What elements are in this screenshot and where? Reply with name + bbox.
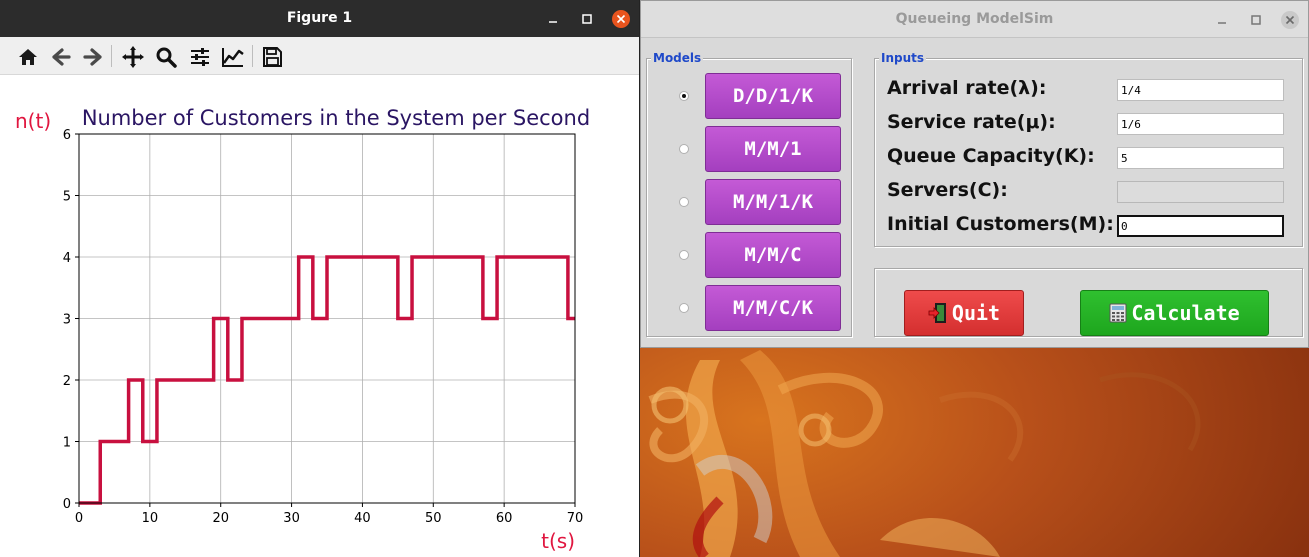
y-tick-label: 5 bbox=[63, 190, 71, 205]
save-icon bbox=[263, 47, 282, 67]
models-group: Models D/D/1/K M/M/1 M/M/1/K M/M/C M/M/C… bbox=[646, 51, 852, 337]
configure-subplots-button[interactable] bbox=[187, 44, 213, 70]
minimize-icon bbox=[549, 20, 557, 23]
zoom-icon bbox=[156, 47, 177, 68]
inputs-group: Inputs Arrival rate(λ): 1/4 Service rate… bbox=[874, 51, 1303, 247]
radio-selected-dot bbox=[682, 94, 686, 98]
service-rate-label: Service rate(μ): bbox=[887, 111, 1056, 133]
radio-mm1k[interactable] bbox=[679, 197, 689, 207]
service-rate-field[interactable]: 1/6 bbox=[1117, 113, 1284, 135]
qm-maximize-button[interactable] bbox=[1241, 1, 1271, 38]
x-tick-label: 70 bbox=[567, 511, 584, 526]
plot-canvas: 0 10 20 30 40 50 60 70 0 1 2 3 4 5 6 Number of Custome… bbox=[15, 106, 590, 553]
initial-customers-field[interactable]: 0 bbox=[1117, 215, 1284, 237]
model-button-mmck[interactable]: M/M/C/K bbox=[705, 285, 841, 331]
calculate-button[interactable]: Calculate bbox=[1080, 290, 1269, 336]
maximize-button[interactable] bbox=[572, 0, 602, 37]
home-button[interactable] bbox=[15, 44, 41, 70]
close-icon bbox=[1281, 10, 1299, 29]
radio-mmck[interactable] bbox=[679, 303, 689, 313]
queue-capacity-label: Queue Capacity(K): bbox=[887, 145, 1095, 167]
minimize-icon bbox=[1218, 21, 1226, 24]
ticks: 0 10 20 30 40 50 60 70 0 1 2 3 4 5 6 bbox=[63, 128, 584, 526]
back-button[interactable] bbox=[48, 44, 74, 70]
x-tick-label: 40 bbox=[354, 511, 371, 526]
qm-close-button[interactable] bbox=[1275, 1, 1305, 38]
model-button-mmc[interactable]: M/M/C bbox=[705, 232, 841, 278]
pan-icon bbox=[122, 46, 144, 68]
radio-mm1[interactable] bbox=[679, 144, 689, 154]
figure-titlebar: Figure 1 bbox=[0, 0, 639, 37]
inputs-legend: Inputs bbox=[879, 51, 927, 65]
queue-capacity-field[interactable]: 5 bbox=[1117, 147, 1284, 169]
edit-axes-button[interactable] bbox=[220, 44, 246, 70]
arrival-rate-field[interactable]: 1/4 bbox=[1117, 79, 1284, 101]
radio-mmc[interactable] bbox=[679, 250, 689, 260]
quit-button[interactable]: Quit bbox=[904, 290, 1024, 336]
x-tick-label: 20 bbox=[212, 511, 229, 526]
radio-dd1k[interactable] bbox=[679, 91, 689, 101]
initial-customers-label: Initial Customers(M): bbox=[887, 213, 1114, 235]
maximize-icon bbox=[582, 13, 592, 24]
y-axis-label: n(t) bbox=[15, 109, 51, 133]
calculate-label: Calculate bbox=[1131, 301, 1240, 325]
zoom-button[interactable] bbox=[153, 44, 179, 70]
y-tick-label: 0 bbox=[63, 497, 71, 512]
arrival-rate-label: Arrival rate(λ): bbox=[887, 77, 1047, 99]
close-button[interactable] bbox=[606, 0, 636, 37]
save-button[interactable] bbox=[259, 44, 285, 70]
toolbar-separator bbox=[252, 45, 253, 67]
actions-group: Quit Calculate bbox=[874, 268, 1303, 337]
x-tick-label: 50 bbox=[425, 511, 442, 526]
model-button-mm1[interactable]: M/M/1 bbox=[705, 126, 841, 172]
model-button-dd1k[interactable]: D/D/1/K bbox=[705, 73, 841, 119]
y-tick-label: 1 bbox=[63, 436, 71, 451]
servers-field bbox=[1117, 181, 1284, 203]
home-icon bbox=[19, 49, 37, 65]
forward-icon bbox=[83, 48, 102, 66]
y-tick-label: 4 bbox=[63, 251, 71, 266]
calculator-icon bbox=[1109, 303, 1127, 323]
quit-label: Quit bbox=[951, 301, 1001, 325]
close-icon bbox=[612, 9, 630, 28]
x-tick-label: 60 bbox=[496, 511, 513, 526]
toolbar-separator bbox=[111, 45, 112, 67]
servers-label: Servers(C): bbox=[887, 179, 1008, 201]
y-tick-label: 2 bbox=[63, 374, 71, 389]
exit-icon bbox=[928, 302, 948, 324]
edit-axes-icon bbox=[222, 48, 244, 67]
x-axis-label: t(s) bbox=[541, 529, 575, 553]
model-button-mm1k[interactable]: M/M/1/K bbox=[705, 179, 841, 225]
qm-titlebar: Queueing ModelSim bbox=[641, 1, 1308, 38]
maximize-icon bbox=[1251, 14, 1261, 25]
configure-subplots-icon bbox=[191, 48, 209, 66]
x-tick-label: 30 bbox=[283, 511, 300, 526]
forward-button[interactable] bbox=[80, 44, 106, 70]
qm-minimize-button[interactable] bbox=[1207, 1, 1237, 38]
models-legend: Models bbox=[651, 51, 704, 65]
y-tick-label: 6 bbox=[63, 128, 71, 143]
y-tick-label: 3 bbox=[63, 313, 71, 328]
x-tick-label: 10 bbox=[142, 511, 159, 526]
figure-window: Figure 1 0 10 20 30 40 50 60 70 0 1 2 3 … bbox=[0, 0, 640, 557]
x-tick-label: 0 bbox=[75, 511, 83, 526]
pan-button[interactable] bbox=[120, 44, 146, 70]
queueing-modelsim-window: Queueing ModelSim Models D/D/1/K M/M/1 M… bbox=[640, 0, 1309, 348]
figure-toolbar bbox=[0, 37, 639, 75]
chart-title: Number of Customers in the System per Se… bbox=[82, 106, 590, 130]
back-icon bbox=[52, 48, 71, 66]
minimize-button[interactable] bbox=[538, 0, 568, 37]
